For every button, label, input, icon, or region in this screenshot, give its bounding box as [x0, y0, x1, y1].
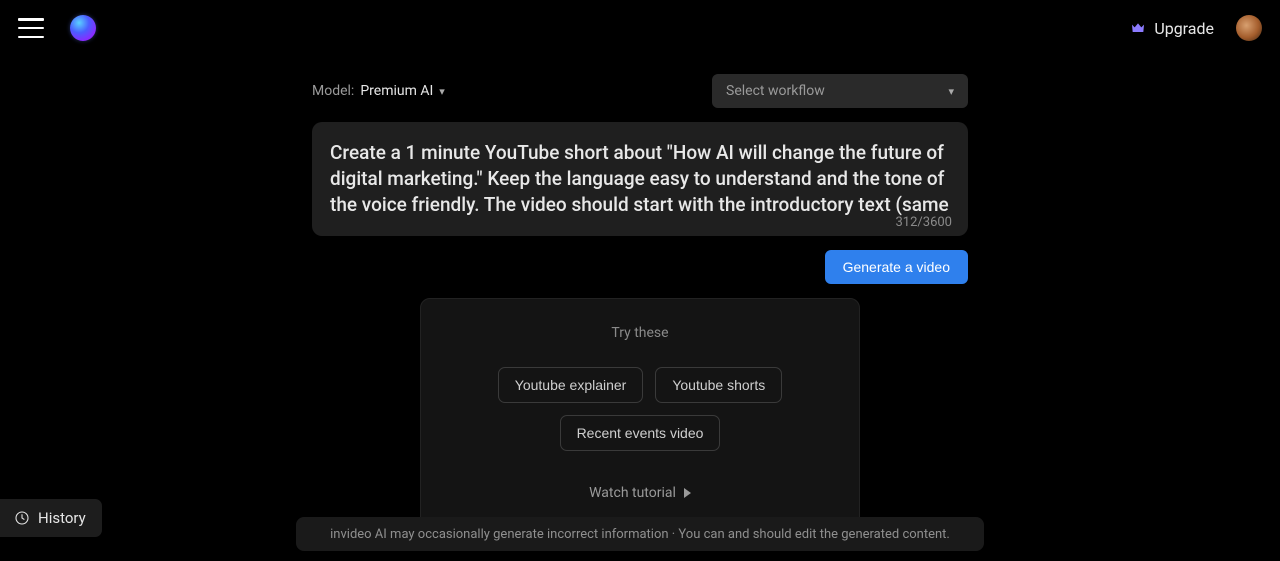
top-bar: Upgrade [0, 2, 1280, 54]
crown-icon [1130, 20, 1146, 36]
chip-youtube-shorts[interactable]: Youtube shorts [655, 367, 782, 403]
chip-youtube-explainer[interactable]: Youtube explainer [498, 367, 644, 403]
generate-row: Generate a video [312, 250, 968, 284]
chevron-down-icon[interactable]: ▾ [439, 85, 445, 98]
generate-label: Generate a video [843, 259, 950, 275]
chip-row: Youtube explainer Youtube shorts Recent … [441, 367, 839, 451]
avatar[interactable] [1236, 15, 1262, 41]
model-value[interactable]: Premium AI [360, 83, 433, 99]
prompt-box[interactable]: Create a 1 minute YouTube short about "H… [312, 122, 968, 236]
try-title: Try these [441, 325, 839, 341]
upgrade-label: Upgrade [1154, 19, 1214, 38]
app-logo[interactable] [70, 15, 96, 41]
generate-button[interactable]: Generate a video [825, 250, 968, 284]
disclaimer-text: invideo AI may occasionally generate inc… [330, 527, 950, 542]
disclaimer-bar: invideo AI may occasionally generate inc… [296, 517, 984, 551]
hamburger-icon[interactable] [18, 18, 44, 38]
prompt-text[interactable]: Create a 1 minute YouTube short about "H… [330, 140, 950, 218]
chevron-down-icon: ▾ [948, 85, 954, 98]
top-right-group: Upgrade [1130, 15, 1262, 41]
clock-icon [14, 510, 30, 526]
workflow-placeholder: Select workflow [726, 83, 825, 99]
watch-label: Watch tutorial [589, 485, 676, 501]
play-icon [684, 488, 691, 498]
watch-tutorial[interactable]: Watch tutorial [589, 485, 691, 501]
chip-recent-events[interactable]: Recent events video [560, 415, 721, 451]
main-column: Model: Premium AI ▾ Select workflow ▾ Cr… [312, 74, 968, 528]
upgrade-button[interactable]: Upgrade [1130, 19, 1214, 38]
char-count: 312/3600 [895, 215, 952, 230]
workflow-select[interactable]: Select workflow ▾ [712, 74, 968, 108]
history-label: History [38, 509, 86, 527]
history-button[interactable]: History [0, 499, 102, 537]
try-these-panel: Try these Youtube explainer Youtube shor… [420, 298, 860, 528]
model-row: Model: Premium AI ▾ Select workflow ▾ [312, 74, 968, 108]
model-label: Model: [312, 83, 354, 99]
